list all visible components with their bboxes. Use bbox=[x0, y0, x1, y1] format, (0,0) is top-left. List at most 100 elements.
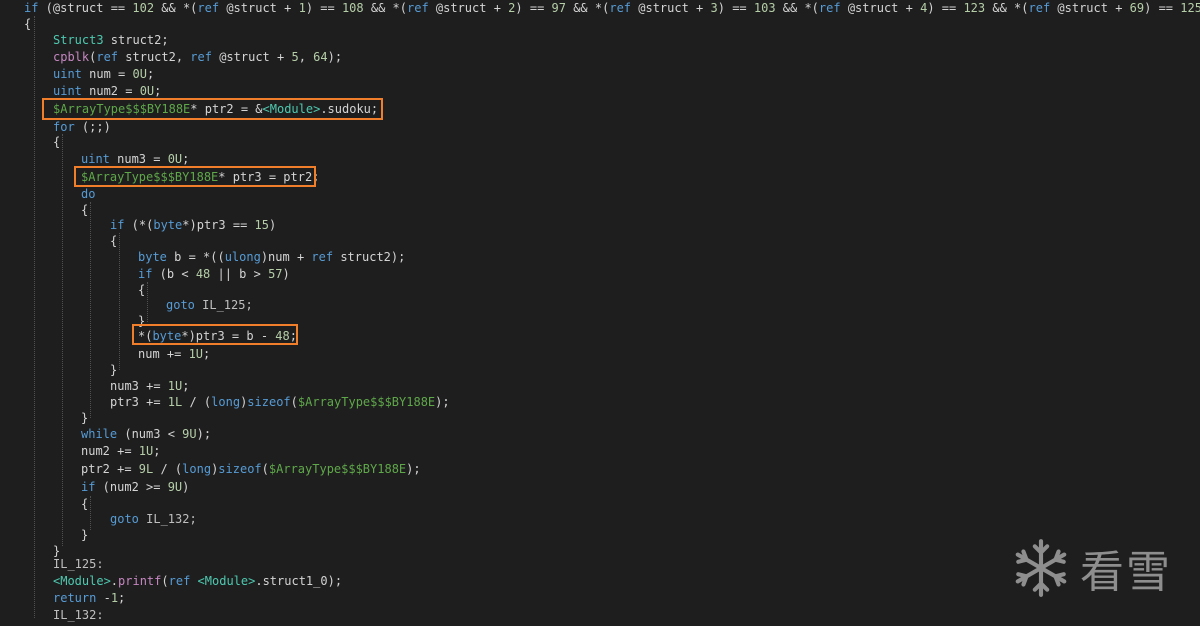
code-token: long bbox=[211, 395, 241, 409]
code-token: && *( bbox=[985, 1, 1029, 15]
code-line[interactable]: IL_125: bbox=[53, 556, 104, 572]
code-token: 0U bbox=[167, 152, 183, 166]
code-token: sizeof bbox=[218, 462, 262, 476]
code-token: * ptr3 = ptr2; bbox=[218, 170, 320, 184]
code-token: 103 bbox=[753, 1, 776, 15]
code-line[interactable]: } bbox=[81, 410, 88, 426]
code-line[interactable]: } bbox=[81, 527, 88, 543]
code-token: (num2 >= bbox=[95, 480, 168, 494]
code-line[interactable]: *(byte*)ptr3 = b - 48; bbox=[138, 328, 297, 344]
code-token: { bbox=[24, 17, 32, 31]
code-token: - bbox=[96, 591, 111, 605]
code-token: && *( bbox=[363, 1, 407, 15]
code-token: ref bbox=[96, 50, 119, 64]
code-token: @struct + bbox=[211, 50, 292, 64]
code-token: ref bbox=[818, 1, 841, 15]
code-token: ptr2 += bbox=[81, 462, 139, 476]
code-token: @struct + bbox=[219, 1, 299, 15]
code-line[interactable]: do bbox=[81, 186, 95, 202]
code-token: 1 bbox=[298, 1, 306, 15]
code-line[interactable]: $ArrayType$$$BY188E* ptr2 = &<Module>.su… bbox=[53, 101, 378, 117]
code-token: ref bbox=[168, 574, 191, 588]
code-token: ( bbox=[161, 574, 169, 588]
code-line[interactable]: } bbox=[110, 362, 117, 378]
code-token: 125 bbox=[1180, 1, 1200, 15]
code-token: 108 bbox=[341, 1, 364, 15]
code-token: { bbox=[110, 234, 118, 248]
code-line[interactable]: if (@struct == 102 && *(ref @struct + 1)… bbox=[24, 0, 1200, 16]
code-line[interactable]: num3 += 1U; bbox=[110, 378, 189, 394]
code-line[interactable]: { bbox=[53, 134, 60, 150]
code-line[interactable]: ptr3 += 1L / (long)sizeof($ArrayType$$$B… bbox=[110, 394, 450, 410]
code-token: 0U bbox=[139, 84, 155, 98]
code-token: 69 bbox=[1129, 1, 1145, 15]
code-line[interactable]: if (num2 >= 9U) bbox=[81, 479, 189, 495]
code-line[interactable]: cpblk(ref struct2, ref @struct + 5, 64); bbox=[53, 49, 342, 65]
code-token: ) == bbox=[927, 1, 964, 15]
indent-guide bbox=[90, 202, 91, 418]
code-token: struct2); bbox=[333, 250, 406, 264]
code-editor[interactable]: if (@struct == 102 && *(ref @struct + 1)… bbox=[0, 0, 1200, 626]
code-token: $ArrayType$$$BY188E bbox=[81, 170, 219, 184]
code-token: } bbox=[81, 528, 89, 542]
code-line[interactable]: byte b = *((ulong)num + ref struct2); bbox=[138, 249, 405, 265]
code-token: (@struct == bbox=[38, 1, 133, 15]
code-token: num += bbox=[138, 347, 189, 361]
indent-guide bbox=[34, 16, 35, 618]
code-token: 9L bbox=[138, 462, 154, 476]
code-line[interactable]: Struct3 struct2; bbox=[53, 32, 169, 48]
code-token: 102 bbox=[132, 1, 155, 15]
code-line[interactable]: goto IL_132; bbox=[110, 511, 197, 527]
code-token: for bbox=[53, 120, 75, 134]
code-line[interactable]: num2 += 1U; bbox=[81, 443, 160, 459]
code-token: <Module> bbox=[197, 574, 256, 588]
code-token: 1U bbox=[167, 379, 183, 393]
code-line[interactable]: } bbox=[138, 313, 145, 329]
code-token: <Module> bbox=[262, 102, 321, 116]
code-token: sizeof bbox=[247, 395, 291, 409]
code-line[interactable]: <Module>.printf(ref <Module>.struct1_0); bbox=[53, 573, 342, 589]
code-line[interactable]: { bbox=[24, 16, 31, 32]
code-token: .sudoku; bbox=[320, 102, 379, 116]
code-line[interactable]: $ArrayType$$$BY188E* ptr3 = ptr2; bbox=[81, 169, 319, 185]
code-line[interactable]: { bbox=[81, 496, 88, 512]
code-line[interactable]: for (;;) bbox=[53, 119, 111, 135]
code-token: ) bbox=[282, 267, 290, 281]
code-line[interactable]: { bbox=[138, 282, 145, 298]
code-token: ref bbox=[197, 1, 220, 15]
code-line[interactable]: uint num3 = 0U; bbox=[81, 151, 189, 167]
code-line[interactable]: if (*(byte*)ptr3 == 15) bbox=[110, 217, 276, 233]
code-token: . bbox=[110, 574, 119, 588]
code-line[interactable]: if (b < 48 || b > 57) bbox=[138, 266, 290, 282]
code-line[interactable]: { bbox=[81, 202, 88, 218]
code-token: 0U bbox=[132, 67, 147, 81]
code-token: ); bbox=[196, 427, 212, 441]
code-token: num2 += bbox=[81, 444, 139, 458]
code-token: struct2; bbox=[103, 33, 169, 47]
code-token: ; bbox=[154, 84, 162, 98]
code-line[interactable]: ptr2 += 9L / (long)sizeof($ArrayType$$$B… bbox=[81, 461, 421, 477]
code-line[interactable]: goto IL_125; bbox=[166, 297, 253, 313]
code-token: { bbox=[81, 203, 89, 217]
code-token: $ArrayType$$$BY188E bbox=[268, 462, 407, 476]
code-line[interactable]: { bbox=[110, 233, 117, 249]
code-token: $ArrayType$$$BY188E bbox=[297, 395, 436, 409]
code-token: byte bbox=[153, 218, 183, 232]
code-token: struct2, bbox=[118, 50, 191, 64]
code-line[interactable]: uint num = 0U; bbox=[53, 66, 154, 82]
code-line[interactable]: IL_132: bbox=[53, 607, 104, 623]
code-line[interactable]: uint num2 = 0U; bbox=[53, 83, 161, 99]
code-token: byte bbox=[138, 250, 167, 264]
code-token: 1L bbox=[167, 395, 183, 409]
code-token: && *( bbox=[154, 1, 198, 15]
code-token: ptr3 += bbox=[110, 395, 168, 409]
code-token: num2 = bbox=[81, 84, 140, 98]
code-token: if bbox=[110, 218, 125, 232]
code-line[interactable]: while (num3 < 9U); bbox=[81, 426, 211, 442]
code-token: <Module> bbox=[53, 574, 111, 588]
code-line[interactable]: return -1; bbox=[53, 590, 125, 606]
code-token: 15 bbox=[254, 218, 269, 232]
code-line[interactable]: num += 1U; bbox=[138, 346, 210, 362]
code-token: , bbox=[298, 50, 314, 64]
